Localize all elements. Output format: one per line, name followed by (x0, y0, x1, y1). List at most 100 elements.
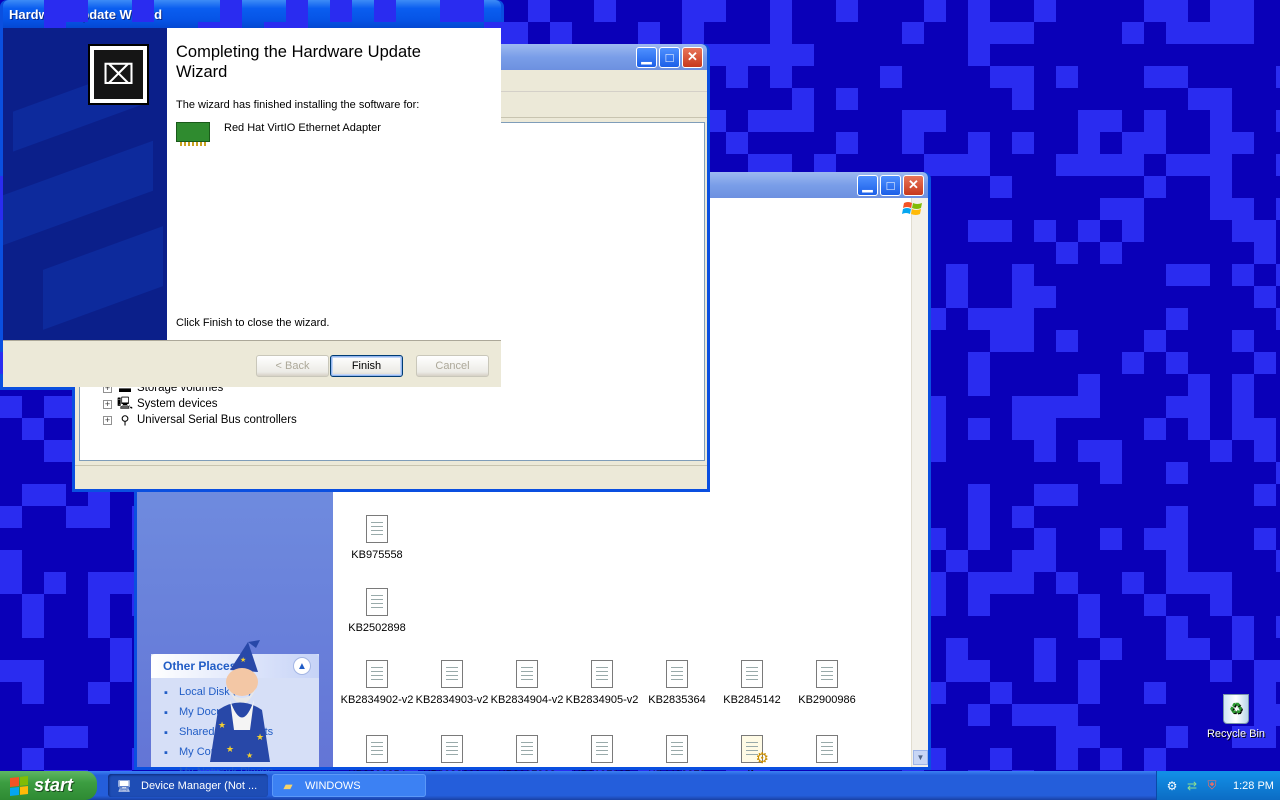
recycle-bin-label: Recycle Bin (1206, 728, 1266, 740)
file-item[interactable]: msgsocm (789, 735, 865, 771)
file-name: KB2834904-v2 (490, 694, 564, 706)
maximize-button[interactable]: □ (659, 46, 680, 68)
system-tray: ⚙ ⇄ ⛨ 1:28 PM (1156, 771, 1280, 800)
file-item[interactable]: KB2835364 (639, 660, 715, 706)
text-file-icon (366, 588, 388, 616)
file-item[interactable]: KB2834904-v2 (489, 660, 565, 706)
network-adapter-icon (176, 122, 210, 146)
text-file-icon (441, 735, 463, 763)
file-name: KB2900986 (798, 694, 856, 706)
file-item[interactable]: msdfmap (714, 735, 790, 771)
file-item[interactable]: KB3033890 (414, 735, 490, 771)
text-file-icon (816, 660, 838, 688)
windows-flag-icon (10, 775, 28, 796)
text-file-icon (741, 660, 763, 688)
folder-icon: ▰ (283, 778, 293, 793)
text-file-icon (441, 660, 463, 688)
file-item[interactable]: KB2502898 (339, 588, 415, 634)
text-file-icon (366, 515, 388, 543)
settings-file-icon (741, 735, 769, 767)
file-item[interactable]: KB2845142 (714, 660, 790, 706)
usb-icon: ⚲ (120, 413, 130, 427)
file-name: KB2835364 (648, 694, 706, 706)
file-item[interactable]: KB2834903-v2 (414, 660, 490, 706)
start-button[interactable]: start (0, 771, 97, 800)
taskbar-button-windows-folder[interactable]: ▰ WINDOWS (272, 774, 426, 797)
scroll-down-icon[interactable]: ▼ (913, 750, 928, 765)
computer-icon: ▪ (164, 747, 168, 759)
installed-device-name: Red Hat VirtIO Ethernet Adapter (224, 122, 381, 134)
wizard-character-icon: ★ ★ ★ ★ ★ (210, 640, 270, 762)
expand-icon[interactable]: + (103, 415, 112, 425)
file-name: KB2834905-v2 (565, 694, 639, 706)
network-tray-icon[interactable]: ⇄ (1185, 779, 1199, 793)
hardware-wizard-logo-icon: ⌧ (88, 44, 149, 105)
status-bar (75, 465, 707, 489)
folder-icon: ▪ (164, 727, 168, 739)
tree-item[interactable]: + ⚲ Universal Serial Bus controllers (103, 412, 297, 428)
finish-button[interactable]: Finish (330, 355, 403, 377)
svg-text:★: ★ (218, 720, 226, 730)
desktop: ♻ Recycle Bin ▁ □ ✕ ⎘Copy this folder◍Pu… (0, 0, 1280, 771)
taskbar: start 🖥 Device Manager (Not ... ▰ WINDOW… (0, 771, 1280, 800)
wizard-side-banner: ⌧ (3, 28, 167, 340)
text-file-icon (366, 735, 388, 763)
wizard-heading: Completing the Hardware Update Wizard (176, 43, 421, 81)
device-manager-icon: 🖥 (116, 778, 132, 793)
file-item[interactable]: KB4489973 (639, 735, 715, 771)
svg-text:★: ★ (256, 732, 264, 742)
hardware-update-wizard-window: Hardware Update Wizard ⌧ Completing the … (0, 0, 504, 390)
wizard-content: Completing the Hardware Update Wizard Th… (167, 28, 501, 340)
hardware-tray-icon[interactable]: ⚙ (1165, 779, 1179, 793)
file-name: KB975558 (351, 549, 403, 561)
vertical-scrollbar[interactable]: ▼ (911, 198, 928, 767)
svg-text:★: ★ (246, 751, 253, 760)
installed-device: Red Hat VirtIO Ethernet Adapter (176, 122, 491, 146)
clock[interactable]: 1:28 PM (1233, 780, 1274, 792)
close-button[interactable]: ✕ (903, 174, 924, 196)
text-file-icon (516, 660, 538, 688)
svg-text:★: ★ (240, 656, 246, 664)
tree-item[interactable]: + 🖳 System devices (103, 396, 218, 412)
file-item[interactable]: KB3197835 (564, 735, 640, 771)
minimize-button[interactable]: ▁ (857, 174, 878, 196)
text-file-icon (666, 660, 688, 688)
text-file-icon (591, 660, 613, 688)
collapse-icon[interactable]: ▲ (293, 657, 311, 675)
file-item[interactable]: KB975558 (339, 515, 415, 561)
file-item[interactable]: KB2993254 (339, 735, 415, 771)
text-file-icon (366, 660, 388, 688)
taskbar-button-label: WINDOWS (305, 779, 361, 792)
folder-icon: ▪ (164, 707, 168, 719)
file-name: KB2834903-v2 (415, 694, 489, 706)
file-name: KB2834902-v2 (340, 694, 414, 706)
text-file-icon (816, 735, 838, 763)
wizard-close-text: Click Finish to close the wizard. (176, 317, 330, 329)
file-item[interactable]: KB2834905-v2 (564, 660, 640, 706)
windows-logo-icon (902, 202, 922, 215)
file-item[interactable]: KB3067903 (489, 735, 565, 771)
text-file-icon (516, 735, 538, 763)
text-file-icon (666, 735, 688, 763)
cancel-button[interactable]: Cancel (416, 355, 489, 377)
recycle-bin-shortcut[interactable]: ♻ Recycle Bin (1200, 694, 1272, 740)
maximize-button[interactable]: □ (880, 174, 901, 196)
file-name: KB2502898 (348, 622, 406, 634)
wizard-button-bar: < Back Finish Cancel (3, 340, 501, 387)
text-file-icon (591, 735, 613, 763)
wizard-client: ⌧ Completing the Hardware Update Wizard … (3, 28, 501, 387)
close-button[interactable]: ✕ (682, 46, 703, 68)
recycle-bin-icon: ♻ (1223, 694, 1249, 724)
minimize-button[interactable]: ▁ (636, 46, 657, 68)
file-item[interactable]: KB2834902-v2 (339, 660, 415, 706)
expand-icon[interactable]: + (103, 399, 112, 409)
tree-item-label: Universal Serial Bus controllers (137, 414, 297, 426)
system-device-icon: 🖳 (117, 395, 134, 410)
drive-icon: ▪ (164, 687, 168, 699)
file-item[interactable]: KB2900986 (789, 660, 865, 706)
back-button[interactable]: < Back (256, 355, 329, 377)
security-shield-icon[interactable]: ⛨ (1205, 778, 1219, 793)
taskbar-button-device-manager[interactable]: 🖥 Device Manager (Not ... (108, 774, 268, 797)
wizard-finished-text: The wizard has finished installing the s… (176, 99, 420, 111)
svg-text:★: ★ (226, 744, 234, 754)
